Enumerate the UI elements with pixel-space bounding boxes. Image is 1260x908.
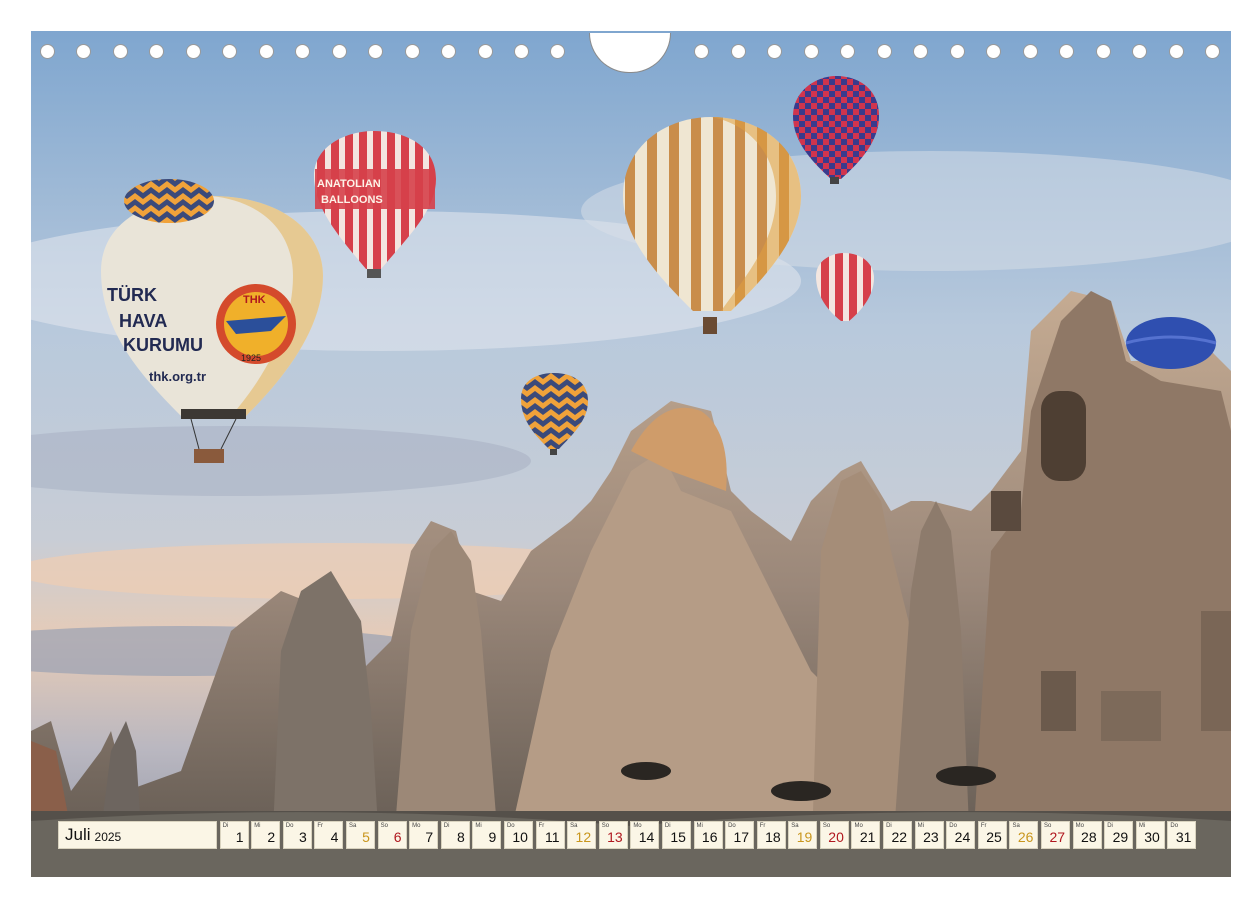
day-number: 14 <box>638 829 655 845</box>
balloon-text-line-1: TÜRK <box>107 285 157 305</box>
balloon-text-line-3: KURUMU <box>123 335 203 355</box>
day-number: 13 <box>607 829 623 845</box>
day-number: 15 <box>670 829 686 845</box>
day-cell: Sa 19 <box>788 821 818 849</box>
day-cells: Di 1 Mi 2 Do 3 Fr 4 Sa 5 So 6 Mo 7 Di 8 Mi 9 Do 10 Fr 11 Sa 12 S… <box>219 821 1197 849</box>
day-cell: Do 3 <box>282 821 312 849</box>
red-balloon-text-l2: BALLOONS <box>321 194 383 206</box>
day-cell: Do 31 <box>1167 821 1197 849</box>
day-number: 21 <box>859 829 876 845</box>
cappadocia-photo: TÜRK HAVA KURUMU thk.org.tr THK 1925 ANA… <box>31 31 1231 877</box>
day-number: 2 <box>267 829 276 845</box>
day-cell: Di 8 <box>440 821 470 849</box>
day-number: 28 <box>1081 829 1097 845</box>
day-number: 9 <box>488 829 497 845</box>
day-cell: So 27 <box>1041 821 1071 849</box>
balloon-url: thk.org.tr <box>149 369 206 384</box>
day-number: 20 <box>828 829 844 845</box>
day-cell: Do 17 <box>725 821 755 849</box>
day-number: 25 <box>986 829 1002 845</box>
day-cell: Di 22 <box>883 821 913 849</box>
balloon-emblem: THK <box>243 294 266 306</box>
day-cell: So 20 <box>819 821 849 849</box>
day-number: 19 <box>796 829 813 845</box>
day-of-week: Sa <box>348 823 357 829</box>
day-cell: Di 15 <box>661 821 691 849</box>
day-number: 27 <box>1049 829 1066 845</box>
day-cell: Mo 28 <box>1072 821 1102 849</box>
day-number: 10 <box>512 829 528 845</box>
day-number: 12 <box>575 829 592 845</box>
red-balloon-text-l1: ANATOLIAN <box>317 178 381 190</box>
day-of-week: Di <box>222 823 229 829</box>
day-cell: Fr 11 <box>535 821 565 849</box>
day-of-week: Mo <box>412 823 421 829</box>
day-cell: Mo 21 <box>851 821 881 849</box>
day-number: 3 <box>298 829 307 845</box>
day-number: 6 <box>393 829 402 845</box>
day-cell: Sa 12 <box>567 821 597 849</box>
day-number: 30 <box>1144 829 1160 845</box>
day-cell: Mi 16 <box>693 821 723 849</box>
day-number: 1 <box>235 829 244 845</box>
day-of-week: Mi <box>475 823 482 829</box>
month-label: Juli 2025 <box>58 821 217 849</box>
day-number: 29 <box>1112 829 1129 845</box>
day-of-week: Fr <box>538 823 545 829</box>
day-cell: Mi 23 <box>914 821 944 849</box>
day-number: 5 <box>362 829 370 845</box>
day-cell: Di 1 <box>219 821 249 849</box>
day-cell: Mo 14 <box>630 821 660 849</box>
day-number: 11 <box>544 829 560 845</box>
day-number: 18 <box>765 829 781 845</box>
day-number: 26 <box>1017 829 1034 845</box>
day-number: 8 <box>456 829 465 845</box>
day-number: 23 <box>923 829 939 845</box>
day-number: 17 <box>733 829 750 845</box>
day-cell: Fr 25 <box>977 821 1007 849</box>
day-cell: Fr 4 <box>314 821 344 849</box>
day-number: 7 <box>425 829 434 845</box>
day-cell: Do 24 <box>946 821 976 849</box>
day-number: 22 <box>891 829 908 845</box>
day-number: 16 <box>701 829 718 845</box>
day-number: 4 <box>330 829 339 845</box>
day-cell: Fr 18 <box>756 821 786 849</box>
day-cell: So 13 <box>598 821 628 849</box>
day-of-week: So <box>380 823 388 829</box>
day-cell: Di 29 <box>1104 821 1134 849</box>
month-name: Juli <box>65 825 91 844</box>
day-cell: Sa 26 <box>1009 821 1039 849</box>
day-cell: So 6 <box>377 821 407 849</box>
day-of-week: Fr <box>317 823 324 829</box>
day-of-week: Di <box>443 823 450 829</box>
day-number: 31 <box>1175 829 1192 845</box>
balloon-emblem-year: 1925 <box>241 353 261 363</box>
balloon-text-line-2: HAVA <box>119 311 167 331</box>
day-cell: Mi 2 <box>251 821 281 849</box>
calendar-strip: Juli 2025 Di 1 Mi 2 Do 3 Fr 4 Sa 5 So 6 Mo 7 Di 8 Mi 9 Do 1… <box>58 821 1197 849</box>
day-cell: Do 10 <box>503 821 533 849</box>
day-cell: Mi 9 <box>472 821 502 849</box>
day-of-week: Mi <box>254 823 261 829</box>
day-cell: Mo 7 <box>409 821 439 849</box>
day-cell: Sa 5 <box>345 821 375 849</box>
year: 2025 <box>94 829 122 844</box>
day-number: 24 <box>954 829 971 845</box>
day-of-week: Do <box>285 823 294 829</box>
day-cell: Mi 30 <box>1135 821 1165 849</box>
